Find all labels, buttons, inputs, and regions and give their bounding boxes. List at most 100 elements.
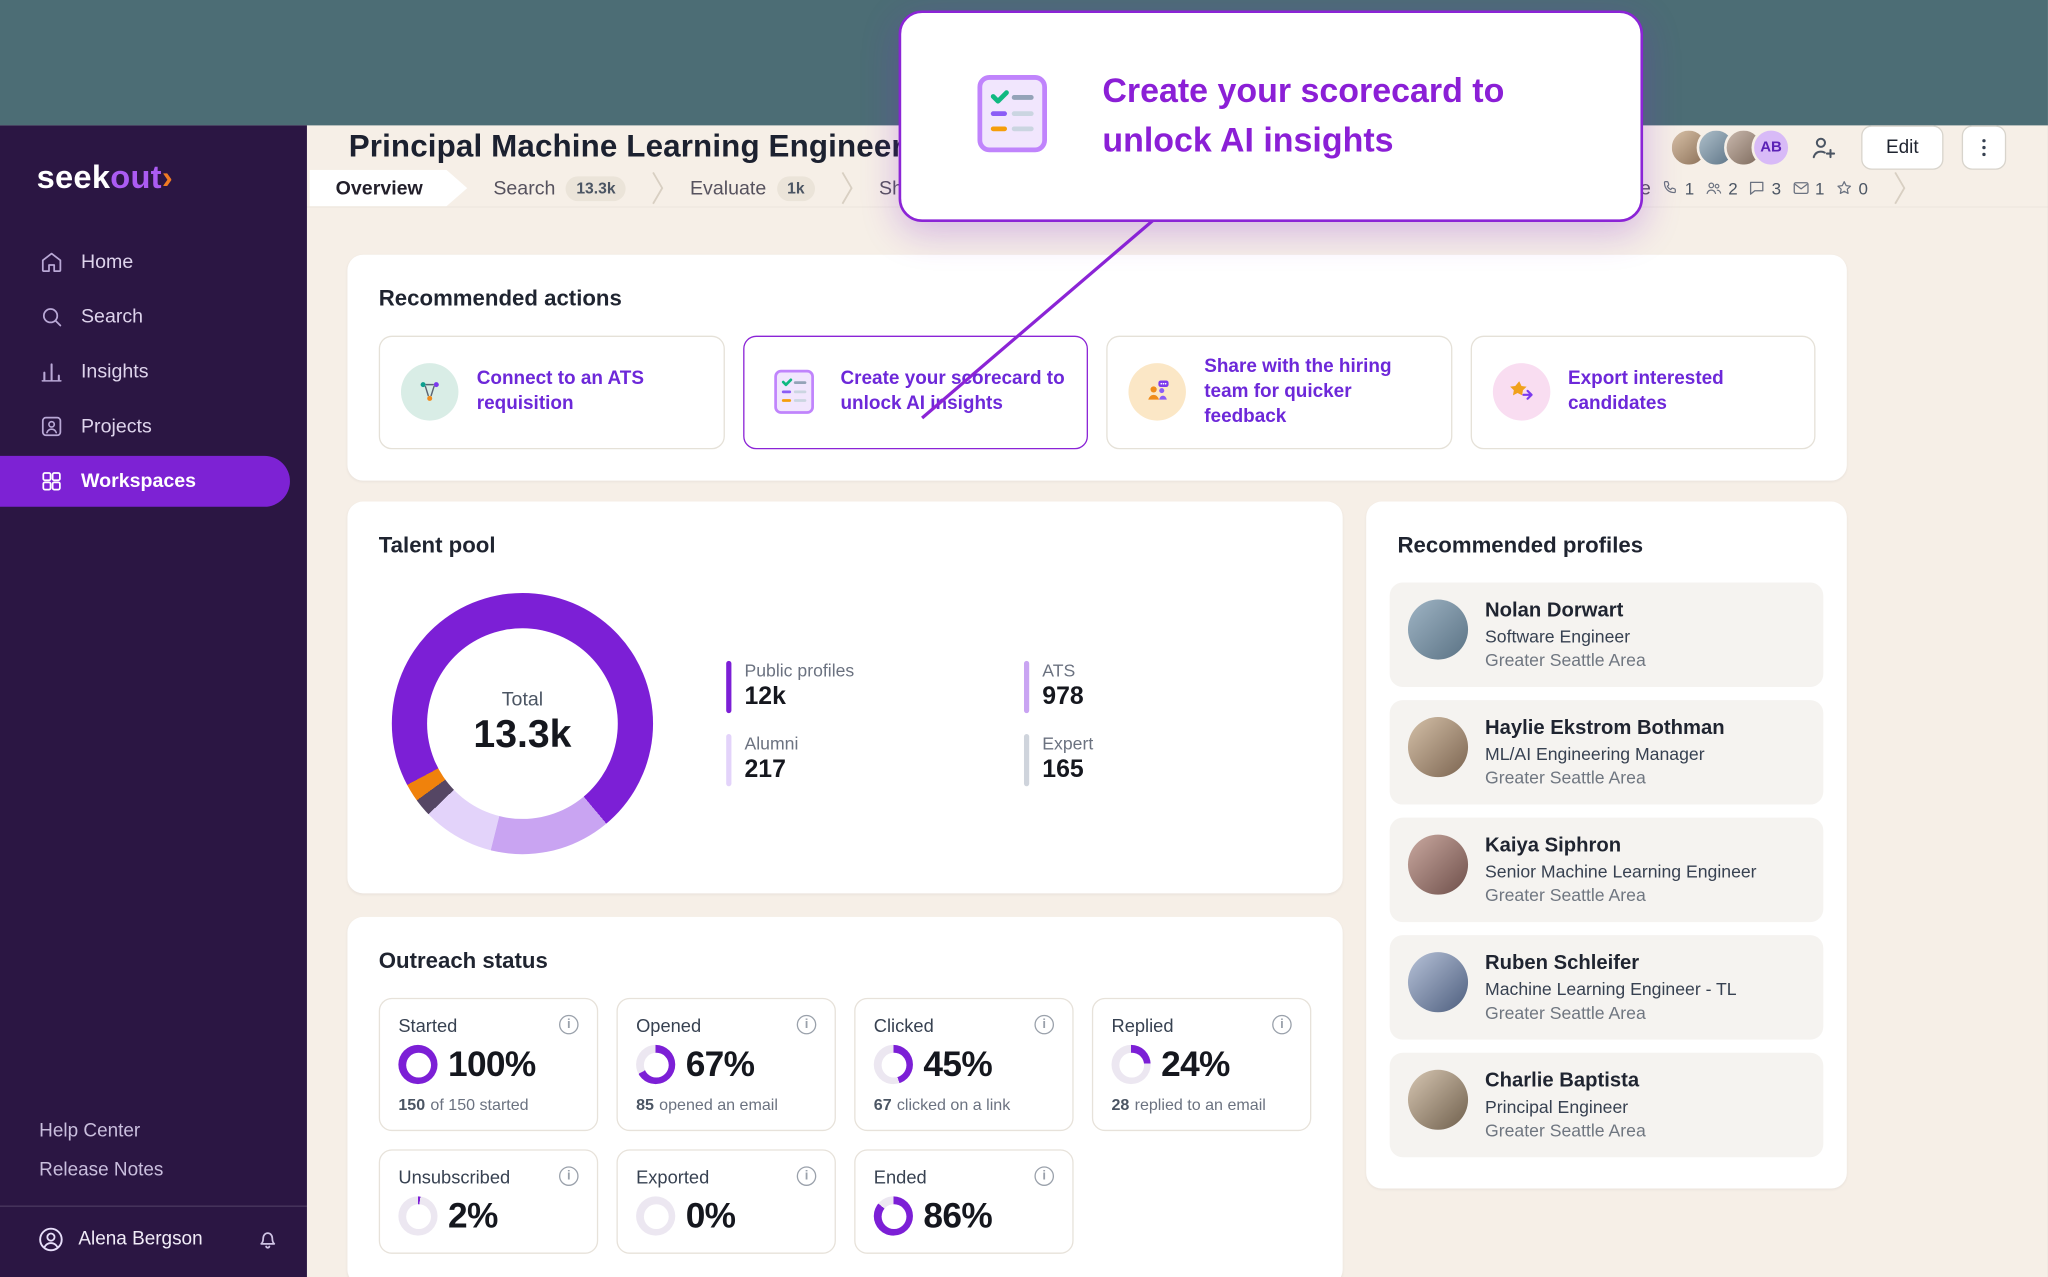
chat-icon <box>1748 179 1766 197</box>
metric-clicked: Clickedi 45% 67clicked on a link <box>854 997 1073 1130</box>
profile-row[interactable]: Kaiya SiphronSenior Machine Learning Eng… <box>1390 817 1824 921</box>
logo-seek: seek <box>37 159 111 196</box>
user-name: Alena Bergson <box>78 1229 202 1250</box>
pipeline-starred-count: 0 <box>1835 178 1868 198</box>
sidebar-item-label: Workspaces <box>81 470 196 492</box>
edit-button[interactable]: Edit <box>1861 125 1943 169</box>
profile-row[interactable]: Nolan DorwartSoftware EngineerGreater Se… <box>1390 582 1824 686</box>
info-icon[interactable]: i <box>797 1015 817 1035</box>
pipeline-comments-count: 3 <box>1748 178 1781 198</box>
progress-ring <box>398 1045 437 1084</box>
action-connect-ats[interactable]: Connect to an ATS requisition <box>379 336 724 449</box>
sidebar-item-label: Home <box>81 251 133 273</box>
profile-row[interactable]: Haylie Ekstrom BothmanML/AI Engineering … <box>1390 699 1824 803</box>
info-icon[interactable]: i <box>559 1015 579 1035</box>
seekout-logo[interactable]: seekout› <box>37 159 307 197</box>
sidebar-item-search[interactable]: Search <box>0 291 307 342</box>
sidebar-nav: Home Search Insights <box>0 236 307 506</box>
sidebar-footer: Help Center Release Notes Alena Bergson <box>0 1111 307 1277</box>
scorecard-icon <box>967 67 1058 165</box>
legend-item-public-profiles: Public profiles12k <box>726 660 1024 712</box>
more-options-button[interactable] <box>1962 125 2006 169</box>
avatar <box>1408 599 1468 659</box>
main-area: Principal Machine Learning Engineer AB E… <box>307 125 2048 1277</box>
action-export-candidates[interactable]: Export interested candidates <box>1470 336 1815 449</box>
action-share-hiring-team[interactable]: Share with the hiring team for quicker f… <box>1106 336 1451 449</box>
users-icon <box>1705 179 1723 197</box>
person-card-icon <box>39 414 64 439</box>
outreach-status-card: Outreach status Startedi 100% 150of 150 … <box>347 916 1342 1277</box>
action-label: Export interested candidates <box>1568 368 1793 417</box>
ats-connect-icon <box>401 363 458 420</box>
tab-search[interactable]: Search 13.3k <box>467 170 652 207</box>
search-icon <box>39 304 64 329</box>
logo-arrow: › <box>162 159 173 196</box>
card-title: Talent pool <box>379 532 1312 558</box>
tab-separator <box>652 170 664 207</box>
logo-out: out <box>110 159 162 196</box>
sidebar-item-workspaces[interactable]: Workspaces <box>0 456 290 507</box>
tab-badge: 13.3k <box>566 176 626 201</box>
legend-item-alumni: Alumni217 <box>726 733 1024 785</box>
donut-center-value: 13.3k <box>473 713 571 757</box>
avatar <box>1408 952 1468 1012</box>
talent-pool-legend: Public profiles12k ATS978 Alumni217 <box>726 660 1322 785</box>
action-label: Connect to an ATS requisition <box>477 368 702 417</box>
pipeline-calls-count: 1 <box>1661 178 1694 198</box>
sidebar-item-home[interactable]: Home <box>0 236 307 287</box>
tab-separator <box>841 170 853 207</box>
info-icon[interactable]: i <box>797 1166 817 1186</box>
profile-row[interactable]: Charlie BaptistaPrincipal EngineerGreate… <box>1390 1052 1824 1156</box>
talent-pool-card: Talent pool Total 13.3k <box>347 501 1342 893</box>
tab-label: Overview <box>336 177 423 199</box>
export-star-icon <box>1492 363 1549 420</box>
progress-ring <box>636 1045 675 1084</box>
metric-exported: Exportedi 0% <box>616 1149 835 1253</box>
talent-pool-donut-chart: Total 13.3k <box>392 592 653 853</box>
profile-row[interactable]: Ruben SchleiferMachine Learning Engineer… <box>1390 935 1824 1039</box>
sidebar: seekout› Home Search <box>0 125 307 1277</box>
sidebar-divider <box>0 1206 307 1207</box>
collaborator-avatars[interactable]: AB <box>1669 128 1790 167</box>
recommended-actions-card: Recommended actions Connect to an ATS re… <box>347 255 1846 480</box>
overview-content: Recommended actions Connect to an ATS re… <box>307 208 1847 1277</box>
tab-evaluate[interactable]: Evaluate1k <box>664 170 841 207</box>
tab-badge: 1k <box>777 176 815 201</box>
progress-ring <box>1111 1045 1150 1084</box>
info-icon[interactable]: i <box>559 1166 579 1186</box>
legend-swatch <box>1024 660 1029 712</box>
card-title: Outreach status <box>379 948 1312 974</box>
scorecard-icon <box>765 363 822 420</box>
avatar-initials: AB <box>1751 128 1790 167</box>
metric-ended: Endedi 86% <box>854 1149 1073 1253</box>
pipeline-people-count: 2 <box>1705 178 1738 198</box>
sidebar-item-projects[interactable]: Projects <box>0 401 307 452</box>
card-title: Recommended actions <box>379 286 1816 312</box>
info-icon[interactable]: i <box>1034 1015 1054 1035</box>
avatar <box>1408 1069 1468 1129</box>
release-notes-link[interactable]: Release Notes <box>0 1151 307 1190</box>
progress-ring <box>874 1045 913 1084</box>
user-menu[interactable]: Alena Bergson <box>0 1215 307 1259</box>
action-create-scorecard[interactable]: Create your scorecard to unlock AI insig… <box>743 336 1088 449</box>
info-icon[interactable]: i <box>1272 1015 1292 1035</box>
notification-bell-icon[interactable] <box>255 1226 281 1252</box>
tooltip-text: Create your scorecard to unlock AI insig… <box>1102 67 1553 165</box>
tab-label: Search <box>493 177 555 199</box>
info-icon[interactable]: i <box>1034 1166 1054 1186</box>
pipeline-mail-count: 1 <box>1792 178 1825 198</box>
recommended-profiles-card: Recommended profiles Nolan DorwartSoftwa… <box>1366 501 1847 1188</box>
tab-overview[interactable]: Overview <box>310 170 468 207</box>
mail-icon <box>1792 179 1810 197</box>
help-center-link[interactable]: Help Center <box>0 1111 307 1150</box>
user-avatar-icon <box>37 1225 66 1254</box>
legend-swatch <box>726 733 731 785</box>
add-collaborator-button[interactable] <box>1809 131 1843 165</box>
legend-item-expert: Expert165 <box>1024 733 1322 785</box>
avatar <box>1408 716 1468 776</box>
action-label: Share with the hiring team for quicker f… <box>1204 355 1429 429</box>
sidebar-item-label: Search <box>81 306 143 328</box>
bar-chart-icon <box>39 359 64 384</box>
metric-replied: Repliedi 24% 28replied to an email <box>1092 997 1311 1130</box>
sidebar-item-insights[interactable]: Insights <box>0 346 307 397</box>
